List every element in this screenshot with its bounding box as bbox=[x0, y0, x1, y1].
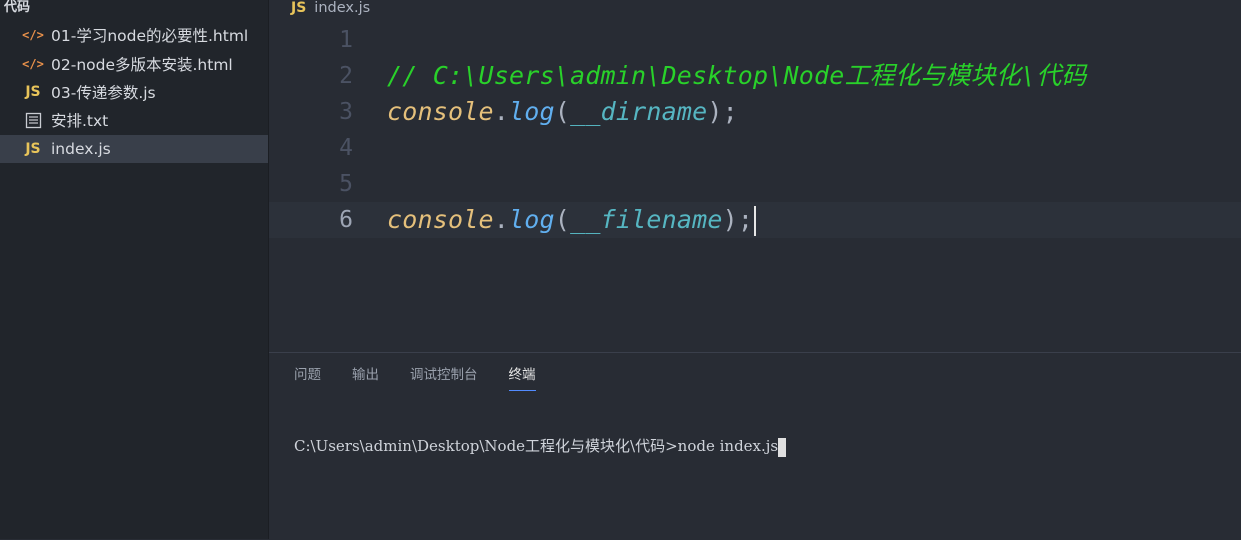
html-icon: </> bbox=[22, 56, 44, 71]
code-paren-open: ( bbox=[554, 97, 571, 126]
code-line-current[interactable]: 6 console.log(__filename); bbox=[269, 202, 1241, 238]
folder-title[interactable]: 代码 bbox=[4, 0, 30, 17]
code-line[interactable]: 5 bbox=[269, 166, 1241, 202]
file-item-01-html[interactable]: </> 01-学习node的必要性.html bbox=[0, 21, 268, 49]
js-icon: JS bbox=[25, 140, 41, 157]
code-line[interactable]: 1 bbox=[269, 22, 1241, 58]
explorer-sidebar: 代码 </> 01-学习node的必要性.html </> 02-node多版本… bbox=[0, 0, 269, 539]
code-editor[interactable]: JS index.js 1 2 // C:\Users\admin\Deskto… bbox=[269, 0, 1241, 352]
text-file-icon bbox=[22, 112, 44, 129]
panel-tabs: 问题 输出 调试控制台 终端 bbox=[294, 365, 567, 391]
bottom-panel: 问题 输出 调试控制台 终端 C:\Users\admin\Desktop\No… bbox=[269, 352, 1241, 540]
code-statement: console.log(__filename); bbox=[387, 202, 757, 238]
file-item-03-js[interactable]: JS 03-传递参数.js bbox=[0, 78, 268, 106]
file-name: 01-学习node的必要性.html bbox=[51, 27, 249, 46]
file-name: 03-传递参数.js bbox=[51, 83, 156, 102]
file-name: 02-node多版本安装.html bbox=[51, 55, 233, 74]
terminal-prompt: C:\Users\admin\Desktop\Node工程化与模块化\代码> bbox=[294, 437, 678, 455]
code-paren-open: ( bbox=[554, 205, 571, 234]
tab-problems[interactable]: 问题 bbox=[294, 365, 321, 390]
code-method: log bbox=[509, 205, 555, 234]
js-icon: JS bbox=[25, 83, 41, 100]
file-list: </> 01-学习node的必要性.html </> 02-node多版本安装.… bbox=[0, 21, 268, 163]
line-number: 1 bbox=[339, 27, 353, 53]
terminal-input[interactable]: C:\Users\admin\Desktop\Node工程化与模块化\代码>no… bbox=[294, 435, 787, 457]
code-lines[interactable]: 1 2 // C:\Users\admin\Desktop\Node工程化与模块… bbox=[269, 22, 1241, 238]
tab-output[interactable]: 输出 bbox=[352, 365, 379, 390]
html-icon: </> bbox=[22, 28, 44, 43]
file-name: index.js bbox=[51, 139, 111, 158]
line-number: 3 bbox=[339, 99, 353, 125]
tab-terminal[interactable]: 终端 bbox=[508, 365, 536, 391]
code-paren-close: ); bbox=[707, 97, 738, 126]
js-icon: JS bbox=[291, 0, 307, 16]
line-number: 2 bbox=[339, 63, 353, 89]
code-line[interactable]: 4 bbox=[269, 130, 1241, 166]
code-dot: . bbox=[493, 205, 510, 234]
line-number: 4 bbox=[339, 135, 353, 161]
file-item-02-html[interactable]: </> 02-node多版本安装.html bbox=[0, 49, 268, 77]
code-paren-close: ); bbox=[722, 205, 754, 234]
code-method: log bbox=[509, 97, 555, 126]
code-object: console bbox=[387, 97, 494, 126]
line-number: 5 bbox=[339, 171, 353, 197]
editor-tab[interactable]: JS index.js bbox=[291, 0, 370, 17]
file-item-txt[interactable]: 安排.txt bbox=[0, 106, 268, 134]
code-line[interactable]: 2 // C:\Users\admin\Desktop\Node工程化与模块化\… bbox=[269, 58, 1241, 94]
text-cursor bbox=[754, 206, 757, 236]
file-name: 安排.txt bbox=[51, 112, 109, 131]
terminal-command: node index.js bbox=[677, 437, 779, 455]
code-object: console bbox=[387, 205, 494, 234]
tab-title: index.js bbox=[314, 0, 371, 16]
tab-debug-console[interactable]: 调试控制台 bbox=[410, 365, 478, 390]
code-argument: __filename bbox=[570, 205, 723, 234]
code-comment: // C:\Users\admin\Desktop\Node工程化与模块化\代码 bbox=[387, 61, 1087, 90]
terminal-cursor bbox=[778, 437, 787, 457]
code-dot: . bbox=[493, 97, 510, 126]
file-item-index-js[interactable]: JS index.js bbox=[0, 134, 268, 163]
code-argument: __dirname bbox=[570, 97, 708, 126]
code-line[interactable]: 3 console.log(__dirname); bbox=[269, 94, 1241, 130]
line-number: 6 bbox=[339, 207, 353, 233]
code-statement: console.log(__dirname); bbox=[387, 94, 738, 130]
